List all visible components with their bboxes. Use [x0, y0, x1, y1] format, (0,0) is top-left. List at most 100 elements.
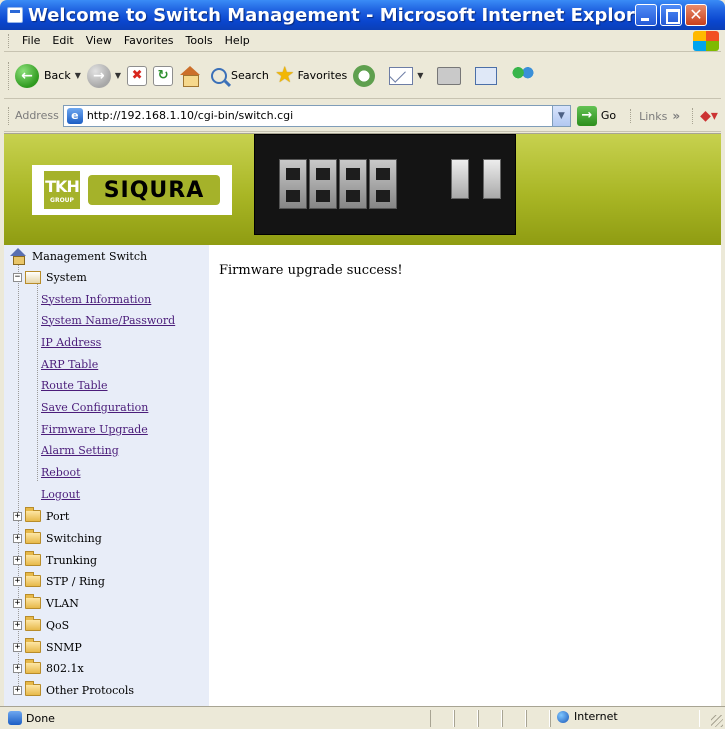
expand-icon[interactable]: + [13, 663, 22, 673]
tree-link-label[interactable]: ARP Table [41, 358, 98, 371]
tree-folder-port[interactable]: + Port [13, 507, 69, 525]
tree-link-label[interactable]: System Name/Password [41, 314, 175, 327]
mail-dropdown-icon[interactable]: ▼ [417, 71, 423, 80]
edit-button[interactable] [467, 66, 498, 85]
navigation-tree: Management Switch − System System Inform… [4, 245, 209, 706]
edit-icon [475, 66, 498, 85]
menu-help[interactable]: Help [219, 34, 256, 47]
tree-link-label[interactable]: Firmware Upgrade [41, 423, 148, 436]
toolbar-extension-icon[interactable]: ◆▾ [692, 107, 718, 124]
tree-link-label[interactable]: Alarm Setting [41, 444, 119, 457]
tree-folder-qos[interactable]: + QoS [13, 616, 69, 634]
ethernet-port-icon [309, 159, 337, 209]
menu-favorites[interactable]: Favorites [118, 34, 180, 47]
tree-link-route-table[interactable]: Route Table [41, 376, 108, 394]
expand-icon[interactable]: + [13, 576, 22, 586]
search-label: Search [231, 69, 269, 82]
tree-folder-8021x[interactable]: + 802.1x [13, 659, 84, 677]
address-dropdown-icon[interactable]: ▼ [551, 105, 570, 126]
tree-link-system-information[interactable]: System Information [41, 290, 151, 308]
refresh-button[interactable]: ↻ [153, 65, 174, 86]
address-url[interactable]: http://192.168.1.10/cgi-bin/switch.cgi [87, 109, 293, 122]
tree-folder-label: VLAN [46, 596, 79, 610]
minimize-button[interactable] [635, 4, 657, 26]
refresh-icon: ↻ [153, 65, 174, 86]
security-zone[interactable]: Internet [557, 710, 618, 723]
menu-view[interactable]: View [80, 34, 118, 47]
tree-link-label[interactable]: IP Address [41, 336, 101, 349]
tree-link-label[interactable]: Reboot [41, 466, 81, 479]
messenger-button[interactable] [503, 64, 536, 87]
standard-toolbar: ← Back ▼ → ▼ ✖ ↻ Search ★ Favorites ▼ [4, 53, 721, 99]
collapse-icon[interactable]: − [13, 272, 22, 282]
tree-link-save-configuration[interactable]: Save Configuration [41, 398, 148, 416]
tree-folder-system[interactable]: − System [13, 268, 87, 286]
tree-folder-trunking[interactable]: + Trunking [13, 551, 97, 569]
fiber-port-icon [483, 159, 501, 199]
ethernet-port-icon [339, 159, 367, 209]
home-button[interactable] [179, 65, 201, 87]
tree-root[interactable]: Management Switch [10, 247, 147, 265]
back-dropdown-icon[interactable]: ▼ [75, 71, 81, 80]
maximize-button[interactable] [660, 4, 682, 26]
tree-link-label[interactable]: Logout [41, 488, 80, 501]
tree-folder-snmp[interactable]: + SNMP [13, 638, 82, 656]
search-icon [211, 67, 228, 84]
header-banner: TKH GROUP SIQURA [4, 134, 721, 245]
tree-folder-switching[interactable]: + Switching [13, 529, 102, 547]
print-button[interactable] [429, 66, 462, 85]
tree-folder-vlan[interactable]: + VLAN [13, 594, 79, 612]
tree-folder-other-protocols[interactable]: + Other Protocols [13, 681, 134, 699]
go-button[interactable]: → Go [576, 105, 616, 126]
menu-grip [8, 33, 11, 48]
status-text: Done [26, 711, 55, 725]
tree-folder-label: Switching [46, 531, 102, 545]
tree-link-firmware-upgrade[interactable]: Firmware Upgrade [41, 420, 148, 438]
menu-tools[interactable]: Tools [180, 34, 219, 47]
links-label: Links [639, 109, 668, 123]
open-folder-icon [25, 270, 41, 284]
tree-link-system-name-password[interactable]: System Name/Password [41, 311, 175, 329]
menu-edit[interactable]: Edit [46, 34, 79, 47]
mail-button[interactable]: ▼ [389, 66, 423, 85]
main-content: Firmware upgrade success! [209, 245, 721, 706]
links-button[interactable]: Links » [630, 108, 681, 123]
company-logo: TKH GROUP SIQURA [32, 165, 232, 215]
tree-line [37, 278, 38, 481]
status-pane [478, 710, 502, 727]
expand-icon[interactable]: + [13, 511, 22, 521]
tree-link-label[interactable]: System Information [41, 293, 151, 306]
resize-grip-icon[interactable] [711, 715, 723, 727]
address-input[interactable]: e http://192.168.1.10/cgi-bin/switch.cgi… [62, 104, 571, 127]
search-button[interactable]: Search [211, 67, 269, 84]
tree-folder-stp-ring[interactable]: + STP / Ring [13, 572, 105, 590]
tree-link-alarm-setting[interactable]: Alarm Setting [41, 441, 119, 459]
tree-link-ip-address[interactable]: IP Address [41, 333, 101, 351]
expand-icon[interactable]: + [13, 598, 22, 608]
tree-folder-label: Trunking [46, 553, 98, 567]
forward-dropdown-icon[interactable]: ▼ [115, 71, 121, 80]
tree-link-arp-table[interactable]: ARP Table [41, 355, 98, 373]
tree-folder-label: STP / Ring [46, 574, 105, 588]
forward-button[interactable]: → ▼ [86, 63, 121, 88]
expand-icon[interactable]: + [13, 685, 22, 695]
tree-link-reboot[interactable]: Reboot [41, 463, 81, 481]
history-button[interactable] [353, 64, 383, 87]
back-button[interactable]: ← Back ▼ [15, 63, 81, 88]
tree-link-label[interactable]: Save Configuration [41, 401, 148, 414]
close-button[interactable]: ✕ [685, 4, 707, 26]
stop-button[interactable]: ✖ [127, 65, 148, 86]
tree-link-label[interactable]: Route Table [41, 379, 108, 392]
expand-icon[interactable]: + [13, 642, 22, 652]
menu-file[interactable]: File [16, 34, 46, 47]
expand-icon[interactable]: + [13, 533, 22, 543]
address-grip [8, 106, 11, 125]
management-switch-icon [10, 248, 26, 265]
tree-link-logout[interactable]: Logout [41, 485, 80, 503]
expand-icon[interactable]: + [13, 555, 22, 565]
expand-icon[interactable]: + [13, 620, 22, 630]
tree-folder-label: System [46, 270, 87, 284]
page-done-icon [8, 711, 22, 725]
favorites-button[interactable]: ★ Favorites [275, 64, 347, 86]
links-chevron-icon: » [672, 108, 681, 123]
